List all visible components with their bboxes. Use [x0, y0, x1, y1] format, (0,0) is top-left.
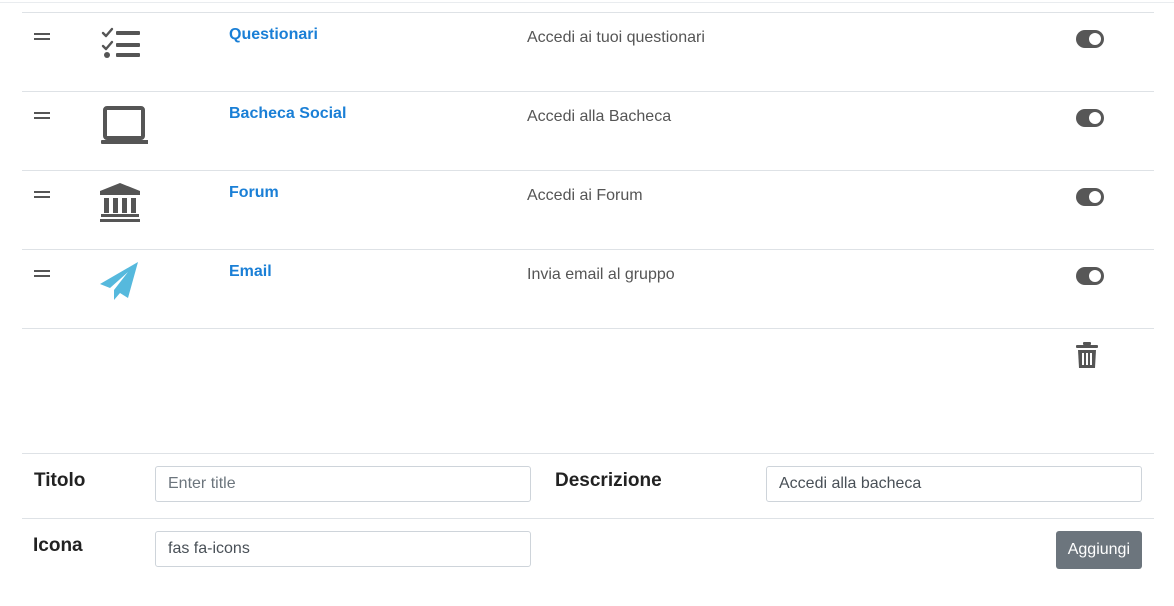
toggle-knob	[1089, 270, 1101, 282]
landmark-icon	[100, 183, 148, 231]
toggle-knob	[1089, 191, 1101, 203]
drag-handle-icon[interactable]	[34, 270, 50, 278]
list-check-icon	[100, 25, 148, 73]
item-description: Accedi ai Forum	[527, 187, 643, 204]
form-row-icon: Icona Aggiungi	[22, 518, 1154, 583]
item-title-link[interactable]: Email	[229, 263, 272, 281]
form-row-title-description: Titolo Descrizione	[22, 453, 1154, 518]
item-enabled-toggle[interactable]	[1076, 188, 1104, 206]
item-description: Accedi alla Bacheca	[527, 108, 672, 125]
description-input[interactable]	[766, 466, 1142, 502]
trash-icon[interactable]	[1076, 342, 1098, 368]
top-divider	[0, 2, 1174, 3]
actions-row	[22, 328, 1154, 453]
item-enabled-toggle[interactable]	[1076, 109, 1104, 127]
icon-label: Icona	[33, 535, 83, 556]
title-input[interactable]	[155, 466, 531, 502]
item-title-link[interactable]: Forum	[229, 184, 279, 202]
icon-input[interactable]	[155, 531, 531, 567]
drag-handle-icon[interactable]	[34, 33, 50, 41]
item-title-link[interactable]: Questionari	[229, 26, 318, 44]
item-enabled-toggle[interactable]	[1076, 30, 1104, 48]
table-row: Bacheca Social Accedi alla Bacheca	[22, 91, 1154, 170]
item-enabled-toggle[interactable]	[1076, 267, 1104, 285]
title-label: Titolo	[34, 470, 86, 491]
toggle-knob	[1089, 112, 1101, 124]
paper-plane-icon	[100, 262, 148, 310]
items-table: Questionari Accedi ai tuoi questionari B…	[22, 12, 1154, 583]
item-description: Accedi ai tuoi questionari	[527, 29, 705, 46]
drag-handle-icon[interactable]	[34, 112, 50, 120]
toggle-knob	[1089, 33, 1101, 45]
drag-handle-icon[interactable]	[34, 191, 50, 199]
table-row: Questionari Accedi ai tuoi questionari	[22, 12, 1154, 91]
menu-items-editor: Questionari Accedi ai tuoi questionari B…	[0, 0, 1174, 606]
table-row: Forum Accedi ai Forum	[22, 170, 1154, 249]
laptop-icon	[100, 104, 149, 152]
item-description: Invia email al gruppo	[527, 266, 675, 283]
item-title-link[interactable]: Bacheca Social	[229, 105, 346, 123]
add-button[interactable]: Aggiungi	[1055, 531, 1142, 569]
description-label: Descrizione	[555, 470, 662, 491]
table-row: Email Invia email al gruppo	[22, 249, 1154, 328]
